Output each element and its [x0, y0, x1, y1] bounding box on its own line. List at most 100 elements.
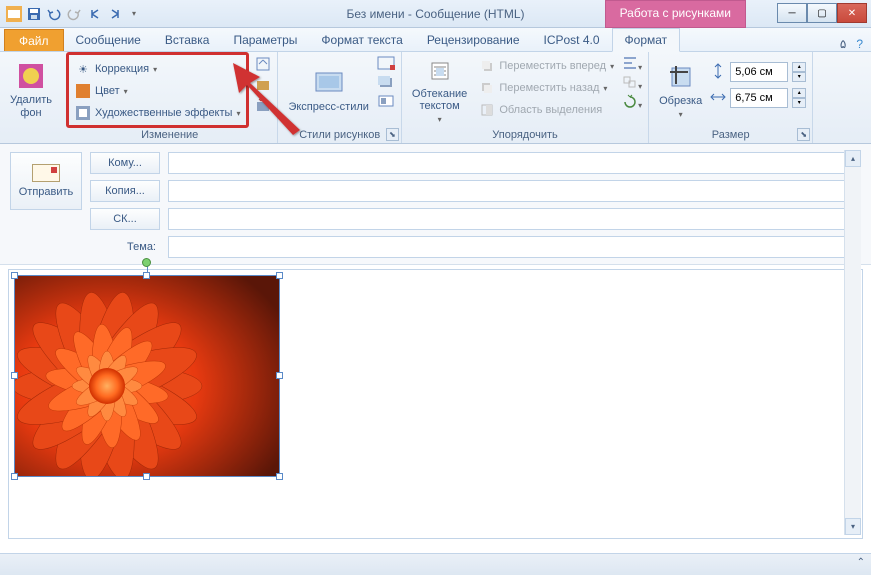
width-row: ▴▾: [710, 88, 806, 108]
width-up[interactable]: ▴: [792, 88, 806, 98]
color-button[interactable]: Цвет▾: [71, 81, 244, 101]
group-styles-label: Стили рисунков: [284, 128, 394, 142]
subject-label: Тема:: [90, 241, 160, 253]
bcc-button[interactable]: СК...: [90, 208, 160, 230]
resize-handle[interactable]: [276, 372, 283, 379]
height-up[interactable]: ▴: [792, 62, 806, 72]
tab-review[interactable]: Рецензирование: [415, 29, 532, 51]
tab-format-text[interactable]: Формат текста: [309, 29, 414, 51]
color-icon: [75, 83, 91, 99]
tab-format[interactable]: Формат: [612, 28, 681, 52]
status-bar: ⌃: [0, 553, 871, 575]
artistic-effects-button[interactable]: Художественные эффекты▾: [71, 103, 244, 123]
width-icon: [710, 89, 726, 108]
next-icon[interactable]: [106, 6, 122, 22]
inserted-image[interactable]: [15, 276, 279, 476]
height-down[interactable]: ▾: [792, 72, 806, 82]
group-adjust-label: Изменение: [68, 128, 271, 142]
window-title: Без имени - Сообщение (HTML): [346, 7, 524, 21]
bcc-input[interactable]: [168, 208, 861, 230]
height-icon: [710, 63, 726, 82]
flower-image: [15, 276, 279, 476]
group-size-label: Размер: [655, 128, 806, 142]
change-picture-icon[interactable]: [255, 77, 271, 96]
scroll-down[interactable]: ▾: [845, 518, 861, 535]
resize-handle[interactable]: [11, 372, 18, 379]
to-button[interactable]: Кому...: [90, 152, 160, 174]
title-bar: ▾ Без имени - Сообщение (HTML) Работа с …: [0, 0, 871, 28]
bring-forward-icon: [479, 58, 495, 74]
reset-picture-icon[interactable]: [255, 98, 271, 117]
resize-handle[interactable]: [143, 272, 150, 279]
tab-message[interactable]: Сообщение: [64, 29, 153, 51]
send-backward-button: Переместить назад▾: [475, 78, 618, 98]
context-tab-picture-tools: Работа с рисунками: [605, 0, 746, 28]
group-arrange: Обтекание текстом▾ Переместить вперед▾ П…: [402, 52, 649, 143]
undo-icon[interactable]: [46, 6, 62, 22]
to-input[interactable]: [168, 152, 861, 174]
resize-handle[interactable]: [11, 272, 18, 279]
save-icon[interactable]: [26, 6, 42, 22]
align-icon[interactable]: ▾: [622, 56, 642, 73]
cc-button[interactable]: Копия...: [90, 180, 160, 202]
help-icon[interactable]: ?: [856, 37, 863, 51]
ribbon: Удалить фон ☀ Коррекция▾ Цвет▾ Худож: [0, 52, 871, 144]
qat-dropdown-icon[interactable]: ▾: [126, 6, 142, 22]
minimize-button[interactable]: ─: [777, 3, 807, 23]
styles-launcher[interactable]: ⬊: [386, 128, 399, 141]
selection-pane-button: Область выделения: [475, 100, 618, 120]
close-button[interactable]: ✕: [837, 3, 867, 23]
height-row: ▴▾: [710, 62, 806, 82]
crop-button[interactable]: Обрезка▾: [655, 54, 706, 126]
tab-icpost[interactable]: ICPost 4.0: [532, 29, 612, 51]
prev-icon[interactable]: [86, 6, 102, 22]
group-remove-bg: Удалить фон: [0, 52, 62, 143]
subject-input[interactable]: [168, 236, 861, 258]
message-body[interactable]: [8, 269, 863, 539]
app-icon: [6, 6, 22, 22]
width-down[interactable]: ▾: [792, 98, 806, 108]
envelope-icon: [32, 164, 60, 182]
compress-icon[interactable]: [255, 56, 271, 75]
rotate-icon[interactable]: ▾: [622, 94, 642, 111]
effects-icon[interactable]: [377, 75, 395, 92]
cc-input[interactable]: [168, 180, 861, 202]
resize-handle[interactable]: [276, 473, 283, 480]
corrections-button[interactable]: ☀ Коррекция▾: [71, 59, 244, 79]
group-size: Обрезка▾ ▴▾ ▴▾ Размер ⬊: [649, 52, 813, 143]
tab-options[interactable]: Параметры: [221, 29, 309, 51]
bring-forward-button: Переместить вперед▾: [475, 56, 618, 76]
group-adjust: ☀ Коррекция▾ Цвет▾ Художественные эффект…: [62, 52, 278, 143]
layout-icon[interactable]: [377, 94, 395, 111]
wrap-text-button[interactable]: Обтекание текстом▾: [408, 54, 471, 126]
width-input[interactable]: [730, 88, 788, 108]
artistic-icon: [75, 105, 91, 121]
resize-handle[interactable]: [143, 473, 150, 480]
scroll-up[interactable]: ▴: [845, 150, 861, 167]
corrections-icon: ☀: [75, 61, 91, 77]
size-launcher[interactable]: ⬊: [797, 128, 810, 141]
tab-insert[interactable]: Вставка: [153, 29, 222, 51]
file-tab[interactable]: Файл: [4, 29, 64, 51]
remove-background-button[interactable]: Удалить фон: [6, 54, 56, 126]
express-styles-icon: [313, 67, 345, 99]
wrap-text-icon: [424, 56, 456, 86]
ribbon-tabs: Файл Сообщение Вставка Параметры Формат …: [0, 28, 871, 52]
send-button[interactable]: Отправить: [10, 152, 82, 210]
group-icon: ▾: [622, 75, 642, 92]
resize-handle[interactable]: [276, 272, 283, 279]
border-icon[interactable]: [377, 56, 395, 73]
rotate-handle[interactable]: [142, 258, 151, 267]
message-header: Отправить Кому... Копия... СК... Тема:: [0, 144, 871, 265]
remove-bg-icon: [15, 60, 47, 92]
crop-icon: [665, 61, 697, 93]
resize-handle[interactable]: [11, 473, 18, 480]
vertical-scrollbar[interactable]: ▴ ▾: [844, 150, 861, 535]
redo-icon[interactable]: [66, 6, 82, 22]
collapse-ribbon-icon[interactable]: ۵: [840, 37, 846, 51]
express-styles-button[interactable]: Экспресс-стили: [284, 54, 372, 126]
height-input[interactable]: [730, 62, 788, 82]
maximize-button[interactable]: ▢: [807, 3, 837, 23]
selection-pane-icon: [479, 102, 495, 118]
expand-icon[interactable]: ⌃: [857, 557, 865, 568]
